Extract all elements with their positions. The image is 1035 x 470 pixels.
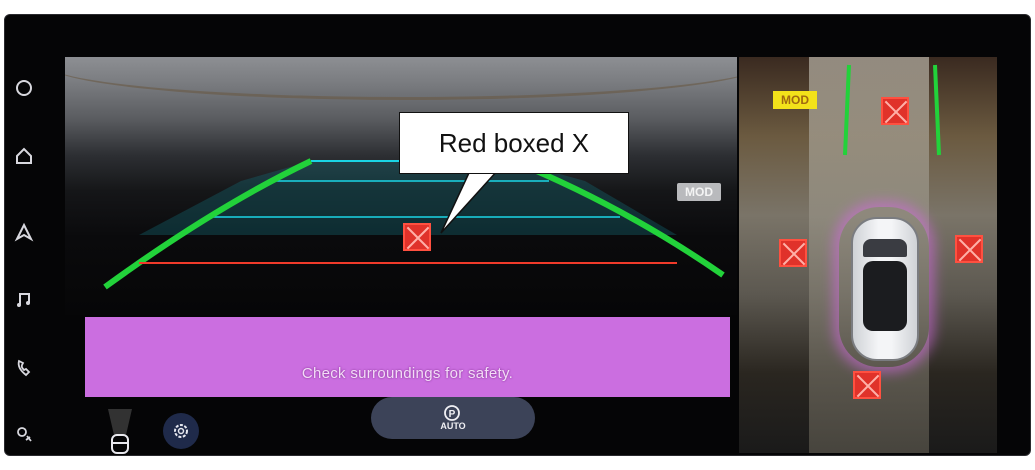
display-screen: MOD Red boxed X Check surroundings for s… <box>4 14 1031 456</box>
auto-park-button[interactable]: P AUTO <box>371 397 535 439</box>
car-top-view <box>851 217 919 361</box>
right-camera-error-x <box>955 235 983 263</box>
warning-bar: Check surroundings for safety. <box>85 317 730 397</box>
auto-label: AUTO <box>440 421 466 431</box>
rear-around-camera-error-x <box>853 371 881 399</box>
callout-box: Red boxed X <box>399 112 629 174</box>
car-roof <box>863 261 907 331</box>
left-camera-error-x <box>779 239 807 267</box>
around-view-monitor: MOD <box>739 57 997 453</box>
gear-icon <box>174 424 188 438</box>
car-view-icon <box>108 409 132 454</box>
svg-text:P: P <box>449 409 456 420</box>
front-camera-error-x <box>881 97 909 125</box>
warning-text: Check surroundings for safety. <box>301 365 514 382</box>
car-windshield <box>863 239 907 257</box>
around-view-mod-badge: MOD <box>773 91 817 109</box>
settings-button[interactable] <box>163 413 199 449</box>
camera-view-toggle[interactable] <box>97 409 143 455</box>
photo-frame: MOD Red boxed X Check surroundings for s… <box>0 0 1035 470</box>
